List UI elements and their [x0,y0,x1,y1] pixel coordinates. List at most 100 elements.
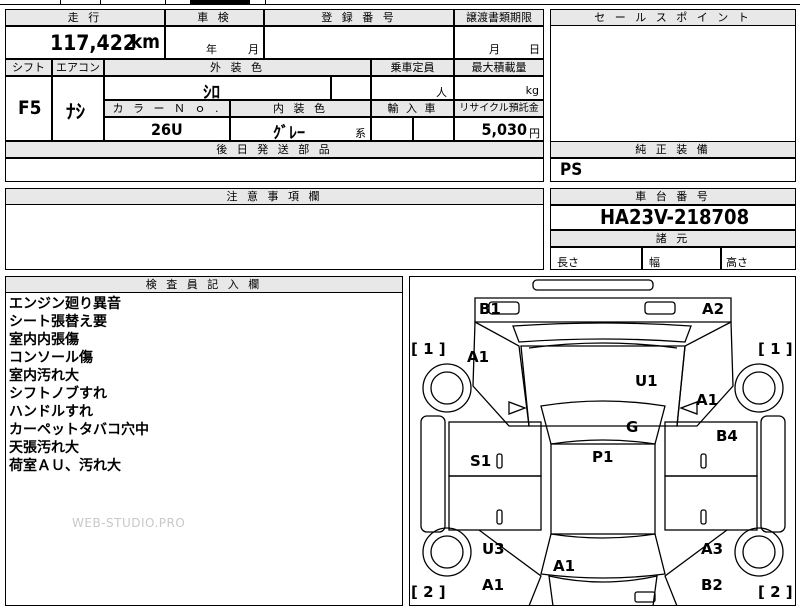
divider [100,0,101,5]
genuine-equipment-header: 純 正 装 備 [550,141,796,158]
damage-mark-a1-front-right: A1 [696,391,719,409]
watermark: WEB-STUDIO.PRO [72,516,186,530]
inspection-cell: 年 月 [165,26,264,59]
length-label: 長さ [557,256,579,269]
later-parts-header: 後 日 発 送 部 品 [5,141,544,158]
color-no-cell: 26U [104,117,230,141]
max-load-header: 最大積載量 [454,59,544,76]
shift-value: F5 [18,97,42,119]
specs-header: 諸 元 [550,230,796,247]
aircon-header: エアコン [52,59,104,76]
recycle-header: リサイクル預託金 [454,100,544,117]
damage-mark-a1-rear-left: A1 [482,576,505,594]
inspector-note: カーペットタバコ穴中 [9,422,149,438]
inspector-note: 天張汚れ大 [9,440,79,456]
door-handle [700,453,707,469]
selling-points-header: セ ー ル ス ポ イ ン ト [550,9,796,26]
side-sill-left [420,415,446,533]
damage-mark-g: G [626,418,639,436]
damage-mark-a1-front-left: A1 [467,348,490,366]
recycle-value: 5,030 [481,120,527,139]
tail-lamp-right [634,591,656,603]
tire-rear-left [422,527,472,577]
capacity-unit: 人 [436,86,447,99]
color-no-header: カ ラ ー Ｎ ｏ . [104,100,230,117]
mileage-unit: km [130,31,160,53]
inspector-notes-header: 検 査 員 記 入 欄 [5,276,403,293]
tire-mark-front-left: [ 1 ] [411,340,446,358]
inspector-note: ハンドルすれ [9,404,93,420]
cut-off-text [190,0,250,4]
deadline-day-unit: 日 [529,43,540,56]
shift-cell: F5 [5,76,52,141]
roof-rail [532,279,654,291]
door-handle [496,453,503,469]
damage-mark-a3: A3 [701,540,724,558]
interior-color-header: 内 装 色 [230,100,371,117]
genuine-equipment-value: PS [560,160,583,180]
damage-mark-a2: A2 [702,300,725,318]
width-label: 幅 [649,256,660,269]
inspection-header: 車 検 [165,9,264,26]
mileage-cell: 117,422 km [5,26,165,59]
inspector-note: コンソール傷 [9,350,93,366]
damage-mark-b4: B4 [716,427,738,445]
exterior-color-cell: ｼﾛ [104,76,331,103]
genuine-equipment-cell: PS [550,158,796,182]
mileage-value: 117,422 [49,31,136,55]
rear-door-left [448,475,542,531]
tire-mark-rear-right: [ 2 ] [758,583,793,601]
capacity-header: 乗車定員 [371,59,454,76]
registration-header: 登 録 番 号 [264,9,454,26]
recycle-unit: 円 [529,127,540,140]
divider [60,0,61,5]
width-cell: 幅 [642,247,721,270]
length-cell: 長さ [550,247,642,270]
max-load-cell: kg [454,76,544,100]
front-door-left [448,421,542,477]
import-header: 輸 入 車 [371,100,454,117]
chassis-no-header: 車 台 番 号 [550,188,796,205]
notes-header: 注 意 事 項 欄 [5,188,544,205]
car-diagram [420,279,786,606]
import-cell-b [413,117,454,141]
damage-mark-p1: P1 [592,448,614,466]
front-fender-left [472,320,530,427]
chassis-no-cell: HA23V-218708 [550,205,796,230]
transfer-deadline-cell: 月 日 [454,26,544,59]
door-handle [700,509,707,525]
registration-cell [264,26,454,59]
side-sill-right [760,415,786,533]
top-strip [0,0,800,5]
mirror-left [508,401,527,415]
inspector-note: シート張替え要 [9,314,107,330]
inspection-month-unit: 月 [248,43,259,56]
damage-mark-u1: U1 [635,372,658,390]
chassis-no-value: HA23V-218708 [600,205,750,229]
height-label: 高さ [726,256,748,269]
inspection-year-unit: 年 [206,43,217,56]
inspector-note: 室内内張傷 [9,332,79,348]
hood-edge [512,322,692,343]
divider [165,0,166,5]
hood [520,345,686,427]
inspector-note: シフトノブすれ [9,386,107,402]
shift-header: シフト [5,59,52,76]
front-glass [540,400,666,445]
inspector-note: 室内汚れ大 [9,368,79,384]
damage-mark-b1: B1 [479,300,501,318]
front-fender-right [676,320,734,427]
damage-mark-b2: B2 [701,576,723,594]
front-door-right [664,421,758,477]
exterior-color-header: 外 装 色 [104,59,371,76]
damage-mark-u3: U3 [482,540,505,558]
aircon-cell: ﾅｼ [52,76,104,141]
tire-mark-front-right: [ 1 ] [758,340,793,358]
mileage-header: 走 行 [5,9,165,26]
mirror-right [679,401,698,415]
inspector-note: エンジン廻り異音 [9,296,121,312]
import-cell-a [371,117,413,141]
tire-front-right [734,363,784,413]
aircon-value: ﾅｼ [66,101,86,123]
damage-mark-a1-rear-center: A1 [553,557,576,575]
